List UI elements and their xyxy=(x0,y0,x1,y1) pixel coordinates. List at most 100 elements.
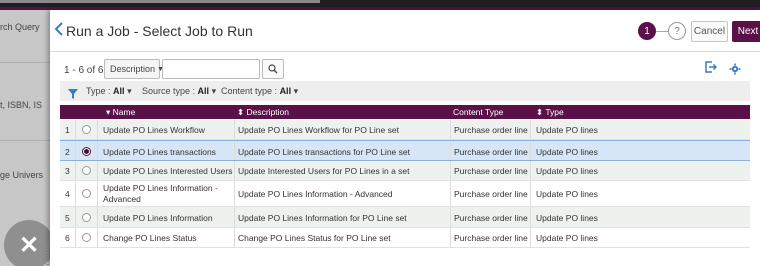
column-divider xyxy=(97,228,98,247)
row-name: Change PO Lines Status xyxy=(103,233,197,243)
cancel-button[interactable]: Cancel xyxy=(691,21,728,42)
top-gray-line xyxy=(0,0,320,3)
column-header-type[interactable]: ⬍ Type xyxy=(536,107,564,118)
column-divider xyxy=(450,207,451,227)
column-header-description[interactable]: ⬍ Description xyxy=(237,107,289,118)
row-select-radio[interactable] xyxy=(82,166,91,175)
page-title: Run a Job - Select Job to Run xyxy=(66,23,253,39)
search-button[interactable] xyxy=(262,59,284,79)
column-divider xyxy=(530,120,531,139)
content-type-filter[interactable]: Content type : All ▾ xyxy=(221,86,298,97)
row-content-type: Purchase order line xyxy=(454,212,528,223)
type-filter[interactable]: Type : All ▾ xyxy=(86,86,132,97)
background-page: rch Query t, ISBN, IS ge Univers ✕ xyxy=(0,10,50,266)
step-connector xyxy=(656,31,668,32)
row-number: 4 xyxy=(65,189,70,199)
screen: rch Query t, ISBN, IS ge Univers ✕ Run a… xyxy=(0,0,760,266)
column-divider xyxy=(450,120,451,139)
table-row[interactable]: 2 Update PO Lines transactions Update PO L… xyxy=(60,140,750,161)
row-content-type: Purchase order line xyxy=(454,189,528,199)
row-number: 3 xyxy=(65,166,70,176)
row-description: Update PO Lines transactions for PO Line… xyxy=(238,146,410,157)
column-divider xyxy=(450,161,451,180)
row-number: 2 xyxy=(65,146,70,157)
row-content-type: Purchase order line xyxy=(454,146,528,157)
column-divider xyxy=(97,141,98,160)
row-number: 6 xyxy=(65,233,70,243)
export-icon[interactable] xyxy=(703,60,719,76)
content-type-filter-value: All xyxy=(279,86,292,96)
source-type-filter-value: All xyxy=(197,86,210,96)
row-select-radio[interactable] xyxy=(82,233,91,242)
row-type: Update PO lines xyxy=(536,166,598,176)
column-divider xyxy=(97,207,98,227)
window-top-border xyxy=(0,0,760,10)
row-description: Update PO Lines Information for PO Line … xyxy=(238,212,407,223)
panel-header: Run a Job - Select Job to Run 1 ? Cancel… xyxy=(50,10,760,52)
row-description: Update PO Lines Workflow for PO Line set xyxy=(238,125,399,135)
table-row[interactable]: 1 Update PO Lines Workflow Update PO Lines… xyxy=(60,120,750,140)
column-divider xyxy=(75,161,76,180)
row-content-type: Purchase order line xyxy=(454,233,528,243)
column-divider xyxy=(530,161,531,180)
table-row[interactable]: 6 Change PO Lines Status Change PO Lines S… xyxy=(60,228,750,248)
search-field-label: Description xyxy=(110,64,156,74)
background-text-fragment: t, ISBN, IS xyxy=(0,100,43,110)
row-content-type: Purchase order line xyxy=(454,125,528,135)
row-type: Update PO lines xyxy=(536,146,598,157)
column-divider xyxy=(530,141,531,160)
row-number: 5 xyxy=(65,212,70,223)
content-type-filter-label: Content type : xyxy=(221,86,278,96)
source-type-filter[interactable]: Source type : All ▾ xyxy=(142,86,216,97)
close-icon: ✕ xyxy=(18,231,40,259)
row-description: Update Interested Users for PO Lines in … xyxy=(238,166,410,176)
type-filter-label: Type : xyxy=(86,86,111,96)
column-divider xyxy=(450,141,451,160)
step-current: 1 xyxy=(638,22,656,40)
caret-down-icon: ▾ xyxy=(211,86,217,96)
column-header-content-type: Content Type xyxy=(453,107,504,117)
column-header-name[interactable]: ▾ Name xyxy=(106,107,135,118)
column-divider xyxy=(530,228,531,247)
row-select-radio[interactable] xyxy=(82,146,91,156)
column-divider xyxy=(234,207,235,227)
row-select-radio[interactable] xyxy=(82,125,91,134)
drag-handle[interactable] xyxy=(46,246,49,266)
column-divider xyxy=(450,228,451,247)
table-header: ▾ Name ⬍ Description Content Type ⬍ Type xyxy=(60,105,750,119)
search-input[interactable] xyxy=(162,59,260,79)
column-divider xyxy=(75,120,76,139)
column-divider xyxy=(530,207,531,227)
column-divider xyxy=(75,181,76,206)
column-divider xyxy=(75,207,76,227)
background-text-fragment: ge Univers xyxy=(0,170,44,180)
caret-down-icon: ▾ xyxy=(127,86,132,96)
column-divider xyxy=(530,181,531,206)
type-filter-value: All xyxy=(113,86,125,96)
row-select-radio[interactable] xyxy=(82,189,91,198)
search-field-select[interactable]: Description ▼ xyxy=(104,59,164,79)
background-divider xyxy=(0,140,50,141)
next-button[interactable]: Next xyxy=(732,21,760,42)
gear-icon[interactable] xyxy=(729,62,741,75)
table-row[interactable]: 3 Update PO Lines Interested Users Update … xyxy=(60,161,750,181)
column-divider xyxy=(450,181,451,206)
close-overlay-button[interactable]: ✕ xyxy=(4,220,50,266)
row-select-radio[interactable] xyxy=(82,212,91,222)
background-text-fragment: rch Query xyxy=(0,22,40,32)
row-name: Update PO Lines Information xyxy=(103,212,213,223)
column-divider xyxy=(234,228,235,247)
row-name: Update PO Lines Workflow xyxy=(103,125,205,135)
search-icon xyxy=(268,64,278,74)
table-row[interactable]: 5 Update PO Lines Information Update PO Li… xyxy=(60,207,750,228)
column-divider xyxy=(234,120,235,139)
row-description: Change PO Lines Status for PO Line set xyxy=(238,233,391,243)
filter-icon xyxy=(68,86,78,99)
table-row[interactable]: 4 Update PO Lines Information - Advanced U… xyxy=(60,181,750,207)
source-type-filter-label: Source type : xyxy=(142,86,196,96)
run-job-panel: Run a Job - Select Job to Run 1 ? Cancel… xyxy=(50,10,760,266)
row-name: Update PO Lines Interested Users xyxy=(103,166,233,176)
row-name: Update PO Lines transactions xyxy=(103,146,216,157)
column-divider xyxy=(75,228,76,247)
row-type: Update PO lines xyxy=(536,212,598,223)
